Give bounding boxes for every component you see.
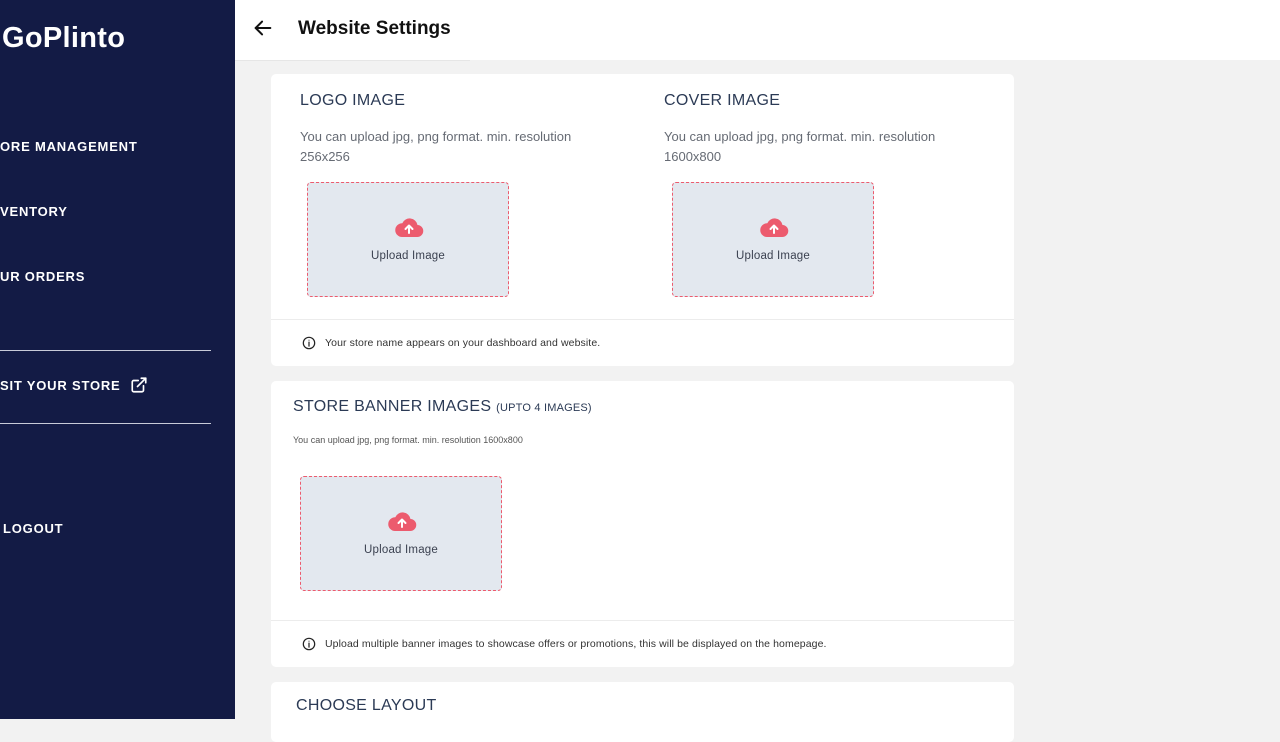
banner-card: STORE BANNER IMAGES (UPTO 4 IMAGES) You … bbox=[271, 381, 1014, 667]
sidebar-item-logout[interactable]: LOGOUT bbox=[3, 521, 63, 536]
cloud-upload-icon bbox=[388, 512, 417, 532]
cover-upload-button[interactable]: Upload Image bbox=[672, 182, 874, 297]
cloud-upload-icon bbox=[760, 218, 789, 238]
sidebar-divider bbox=[0, 350, 211, 351]
upload-label: Upload Image bbox=[736, 250, 810, 262]
external-link-icon bbox=[130, 377, 147, 393]
banner-heading: STORE BANNER IMAGES (UPTO 4 IMAGES) bbox=[293, 398, 592, 416]
scrollbar[interactable] bbox=[1270, 60, 1280, 719]
page-title: Website Settings bbox=[298, 18, 451, 39]
info-icon bbox=[302, 336, 316, 350]
sidebar-item-inventory[interactable]: VENTORY bbox=[0, 204, 68, 219]
sidebar: GoPlinto ORE MANAGEMENT VENTORY UR ORDER… bbox=[0, 0, 235, 719]
upload-label: Upload Image bbox=[371, 250, 445, 262]
header-underline bbox=[235, 60, 470, 61]
back-arrow-icon[interactable] bbox=[252, 17, 274, 39]
sidebar-item-label: SIT YOUR STORE bbox=[0, 377, 121, 393]
logo-info-bar: Your store name appears on your dashboar… bbox=[271, 319, 1014, 366]
sidebar-divider bbox=[0, 423, 211, 424]
logo-upload-button[interactable]: Upload Image bbox=[307, 182, 509, 297]
banner-info-text: Upload multiple banner images to showcas… bbox=[325, 638, 827, 650]
logo-info-text: Your store name appears on your dashboar… bbox=[325, 337, 601, 349]
logo-image-hint: You can upload jpg, png format. min. res… bbox=[300, 129, 572, 164]
layout-card: CHOOSE LAYOUT bbox=[271, 682, 1014, 742]
choose-layout-heading: CHOOSE LAYOUT bbox=[296, 697, 437, 714]
banner-heading-text: STORE BANNER IMAGES bbox=[293, 398, 492, 415]
banner-upload-button[interactable]: Upload Image bbox=[300, 476, 502, 591]
cloud-upload-icon bbox=[395, 218, 424, 238]
top-bar: Website Settings bbox=[235, 0, 1280, 61]
banner-hint: You can upload jpg, png format. min. res… bbox=[293, 435, 523, 445]
sidebar-item-store-management[interactable]: ORE MANAGEMENT bbox=[0, 139, 138, 154]
brand-logo[interactable]: GoPlinto bbox=[2, 22, 125, 55]
info-icon bbox=[302, 637, 316, 651]
logo-image-heading: LOGO IMAGE bbox=[300, 92, 406, 109]
sidebar-item-orders[interactable]: UR ORDERS bbox=[0, 269, 85, 284]
sidebar-item-visit-store[interactable]: SIT YOUR STORE bbox=[0, 376, 148, 394]
banner-info-bar: Upload multiple banner images to showcas… bbox=[271, 620, 1014, 667]
logo-cover-card: LOGO IMAGE You can upload jpg, png forma… bbox=[271, 74, 1014, 366]
cover-image-hint: You can upload jpg, png format. min. res… bbox=[664, 129, 936, 164]
upload-label: Upload Image bbox=[364, 544, 438, 556]
cover-image-heading: COVER IMAGE bbox=[664, 92, 781, 109]
banner-heading-note: (UPTO 4 IMAGES) bbox=[496, 402, 592, 414]
